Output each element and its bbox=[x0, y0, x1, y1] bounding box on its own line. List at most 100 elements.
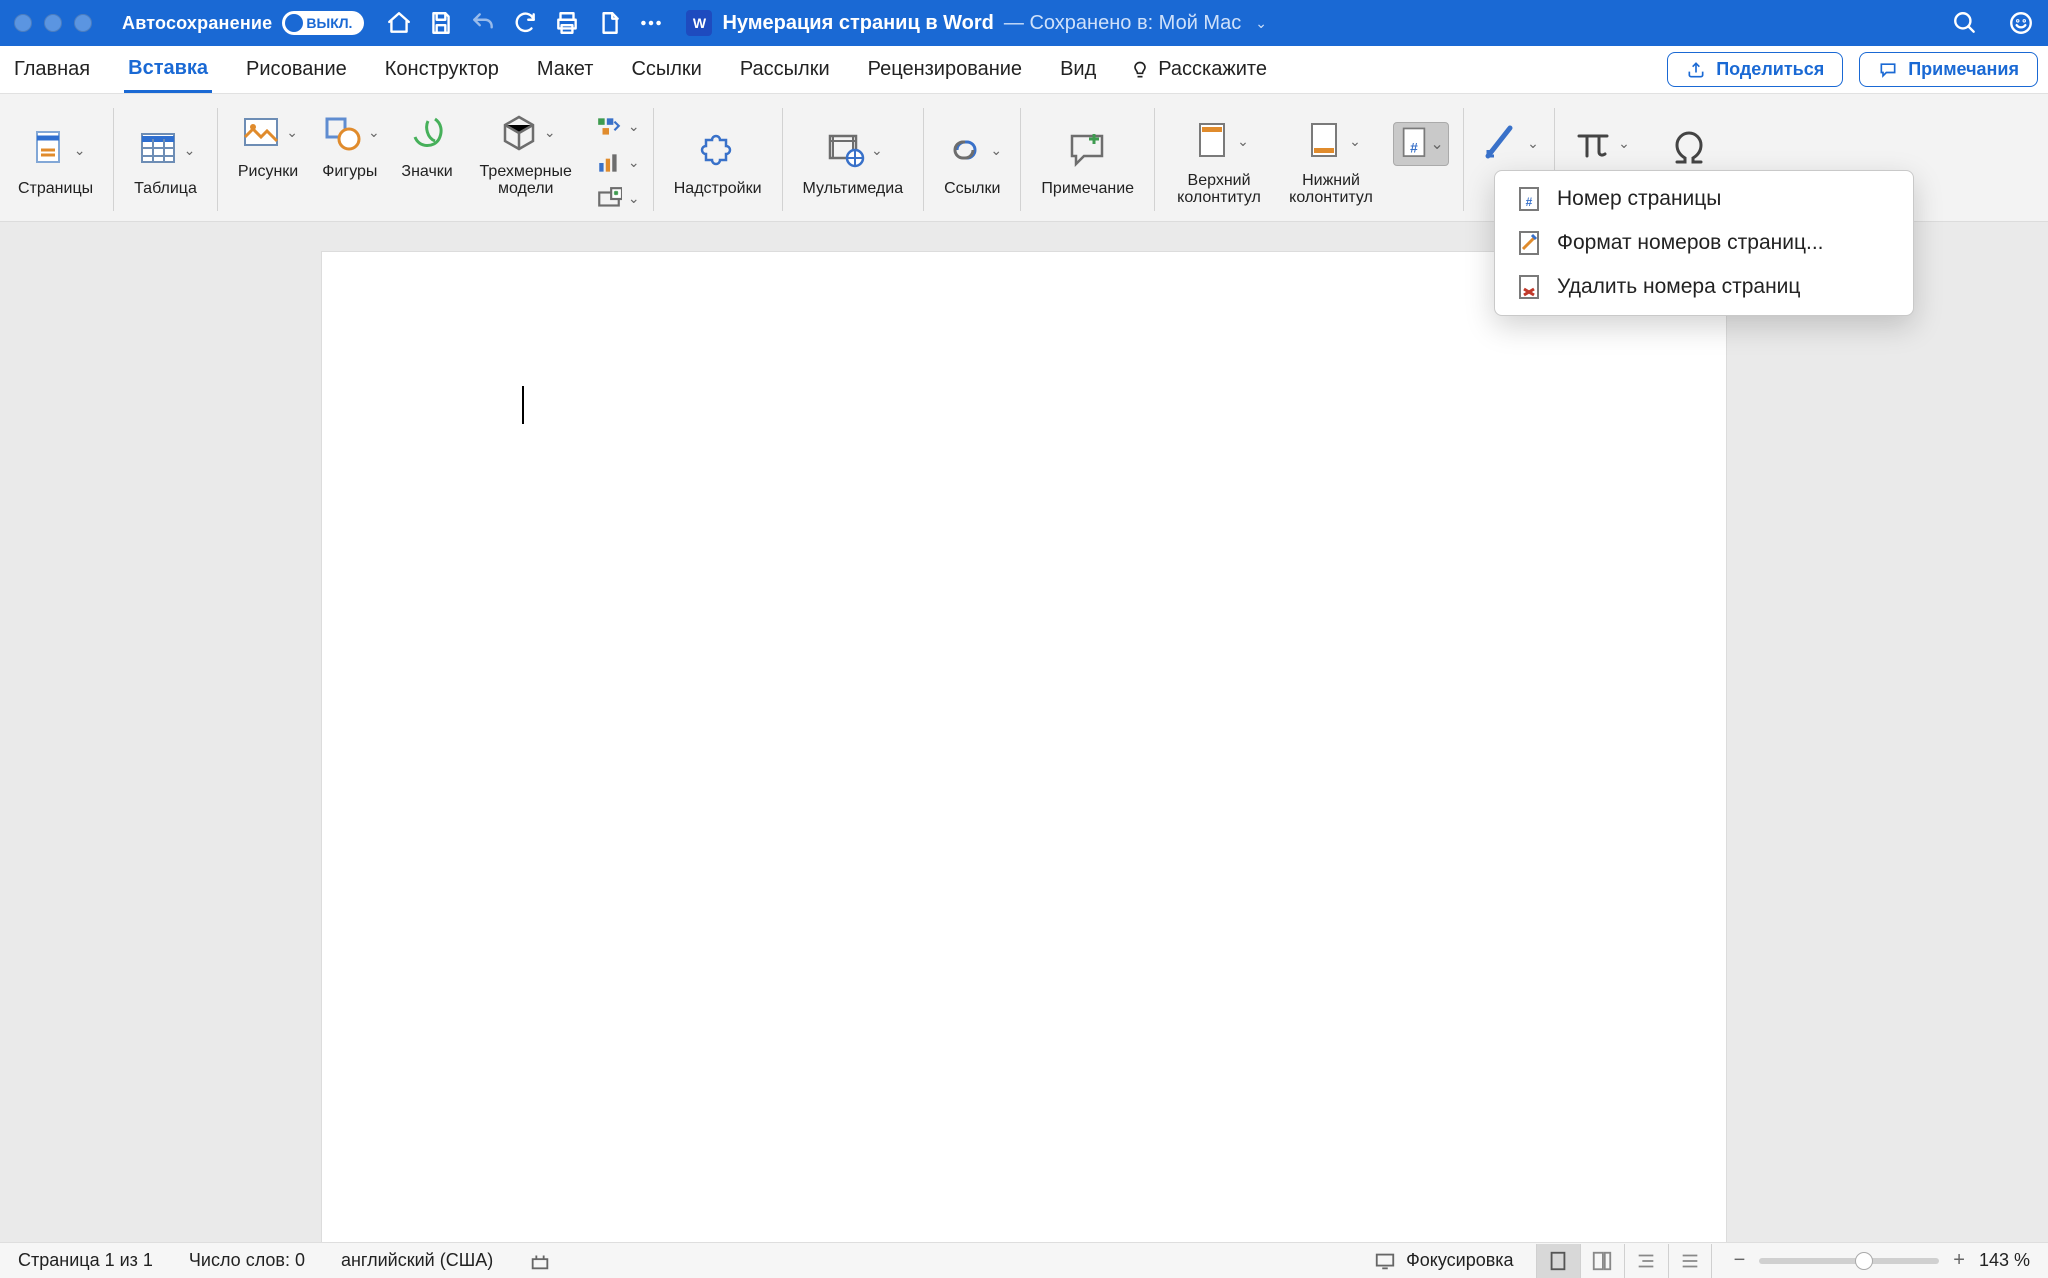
menu-remove-label: Удалить номера страниц bbox=[1557, 275, 1800, 299]
chevron-down-icon[interactable]: ⌄ bbox=[367, 124, 381, 141]
comments-button[interactable]: Примечания bbox=[1859, 52, 2038, 87]
title-caret-icon[interactable]: ⌄ bbox=[1251, 15, 1267, 32]
zoom-window-button[interactable] bbox=[74, 14, 92, 32]
view-web-layout[interactable] bbox=[1580, 1244, 1624, 1278]
save-icon[interactable] bbox=[428, 10, 454, 36]
share-button[interactable]: Поделиться bbox=[1667, 52, 1843, 87]
minimize-window-button[interactable] bbox=[44, 14, 62, 32]
3dmodels-label: Трехмерные модели bbox=[471, 159, 581, 197]
chevron-down-icon[interactable]: ⌄ bbox=[1526, 135, 1540, 152]
tab-draw[interactable]: Рисование bbox=[242, 48, 351, 91]
cube-icon bbox=[495, 109, 543, 157]
document-title-wrap: W Нумерация страниц в Word — Сохранено в… bbox=[686, 10, 1266, 36]
chart-button[interactable]: ⌄ bbox=[591, 147, 645, 179]
view-outline[interactable] bbox=[1624, 1244, 1668, 1278]
omega-icon bbox=[1665, 126, 1713, 174]
status-language[interactable]: английский (США) bbox=[341, 1250, 493, 1271]
table-button[interactable]: ⌄ Таблица bbox=[122, 122, 209, 197]
autosave-toggle[interactable]: ВЫКЛ. bbox=[282, 11, 364, 35]
zoom-knob[interactable] bbox=[1855, 1252, 1873, 1270]
textbox-icon bbox=[1478, 120, 1526, 168]
pictures-icon bbox=[237, 109, 285, 157]
pages-button[interactable]: ⌄ Страницы bbox=[6, 122, 105, 197]
page[interactable] bbox=[322, 252, 1726, 1242]
chevron-down-icon[interactable]: ⌄ bbox=[73, 142, 87, 159]
statusbar: Страница 1 из 1 Число слов: 0 английский… bbox=[0, 1242, 2048, 1278]
chevron-down-icon[interactable]: ⌄ bbox=[627, 118, 641, 135]
comments-label: Примечания bbox=[1908, 59, 2019, 80]
word-app-icon: W bbox=[686, 10, 712, 36]
chevron-down-icon[interactable]: ⌄ bbox=[182, 142, 196, 159]
undo-icon[interactable] bbox=[470, 10, 496, 36]
pages-icon bbox=[25, 126, 73, 174]
pictures-button[interactable]: ⌄ Рисунки bbox=[226, 105, 310, 215]
header-label: Верхний колонтитул bbox=[1169, 168, 1269, 206]
status-macro-icon[interactable] bbox=[529, 1250, 551, 1272]
view-print-layout[interactable] bbox=[1536, 1244, 1580, 1278]
chevron-down-icon[interactable]: ⌄ bbox=[1236, 133, 1250, 150]
svg-text:#: # bbox=[1410, 139, 1418, 155]
header-icon bbox=[1188, 118, 1236, 166]
footer-icon bbox=[1300, 118, 1348, 166]
menu-format-page-numbers[interactable]: Формат номеров страниц... bbox=[1495, 221, 1913, 265]
tab-home[interactable]: Главная bbox=[10, 48, 94, 91]
zoom-out[interactable]: − bbox=[1734, 1249, 1746, 1272]
addins-button[interactable]: Надстройки bbox=[662, 122, 774, 197]
chevron-down-icon[interactable]: ⌄ bbox=[870, 142, 884, 159]
footer-label: Нижний колонтитул bbox=[1281, 168, 1381, 206]
tell-me-label: Расскажите bbox=[1158, 58, 1267, 81]
comment-button[interactable]: Примечание bbox=[1029, 122, 1146, 197]
focus-mode[interactable]: Фокусировка bbox=[1374, 1250, 1514, 1272]
tab-design[interactable]: Конструктор bbox=[381, 48, 503, 91]
more-icon[interactable] bbox=[638, 10, 664, 36]
menu-page-number[interactable]: # Номер страницы bbox=[1495, 177, 1913, 221]
document-canvas[interactable] bbox=[0, 222, 2048, 1242]
header-button[interactable]: ⌄ Верхний колонтитул bbox=[1163, 114, 1275, 206]
print-icon[interactable] bbox=[554, 10, 580, 36]
icons-button[interactable]: Значки bbox=[389, 105, 464, 215]
close-window-button[interactable] bbox=[14, 14, 32, 32]
tab-references[interactable]: Ссылки bbox=[627, 48, 705, 91]
shapes-label: Фигуры bbox=[316, 159, 383, 180]
tab-review[interactable]: Рецензирование bbox=[864, 48, 1026, 91]
window-traffic-lights bbox=[14, 14, 92, 32]
page-number-icon: # bbox=[1398, 125, 1430, 163]
chevron-down-icon[interactable]: ⌄ bbox=[1348, 133, 1362, 150]
pages-label: Страницы bbox=[12, 176, 99, 197]
tab-insert[interactable]: Вставка bbox=[124, 47, 212, 93]
footer-button[interactable]: ⌄ Нижний колонтитул bbox=[1275, 114, 1387, 206]
svg-text:#: # bbox=[1526, 195, 1533, 209]
screenshot-button[interactable]: ⌄ bbox=[591, 183, 645, 215]
status-words[interactable]: Число слов: 0 bbox=[189, 1250, 305, 1271]
tab-layout[interactable]: Макет bbox=[533, 48, 598, 91]
chevron-down-icon[interactable]: ⌄ bbox=[989, 142, 1003, 159]
search-icon[interactable] bbox=[1952, 10, 1978, 36]
media-button[interactable]: ⌄ Мультимедиа bbox=[791, 122, 916, 197]
tab-view[interactable]: Вид bbox=[1056, 48, 1100, 91]
redo-icon[interactable] bbox=[512, 10, 538, 36]
chevron-down-icon[interactable]: ⌄ bbox=[285, 124, 299, 141]
home-icon[interactable] bbox=[386, 10, 412, 36]
page-number-button[interactable]: # ⌄ bbox=[1387, 114, 1455, 206]
shapes-button[interactable]: ⌄ Фигуры bbox=[310, 105, 389, 215]
zoom-track[interactable] bbox=[1759, 1258, 1939, 1264]
view-draft[interactable] bbox=[1668, 1244, 1712, 1278]
chevron-down-icon[interactable]: ⌄ bbox=[627, 154, 641, 171]
chevron-down-icon[interactable]: ⌄ bbox=[1617, 135, 1631, 152]
zoom-slider: − + 143 % bbox=[1734, 1249, 2030, 1272]
chevron-down-icon[interactable]: ⌄ bbox=[1430, 134, 1444, 154]
smartart-button[interactable]: ⌄ bbox=[591, 111, 645, 143]
tab-mailings[interactable]: Рассылки bbox=[736, 48, 834, 91]
document-icon[interactable] bbox=[596, 10, 622, 36]
menu-remove-page-numbers[interactable]: Удалить номера страниц bbox=[1495, 265, 1913, 309]
chevron-down-icon[interactable]: ⌄ bbox=[543, 124, 557, 141]
3dmodels-button[interactable]: ⌄ Трехмерные модели bbox=[465, 105, 587, 215]
status-page[interactable]: Страница 1 из 1 bbox=[18, 1250, 153, 1271]
links-button[interactable]: ⌄ Ссылки bbox=[932, 122, 1012, 197]
tell-me[interactable]: Расскажите bbox=[1130, 58, 1267, 81]
zoom-value[interactable]: 143 % bbox=[1979, 1250, 2030, 1271]
feedback-smile-icon[interactable] bbox=[2008, 10, 2034, 36]
zoom-in[interactable]: + bbox=[1953, 1249, 1965, 1272]
autosave-group: Автосохранение ВЫКЛ. bbox=[122, 11, 364, 35]
chevron-down-icon[interactable]: ⌄ bbox=[627, 190, 641, 207]
